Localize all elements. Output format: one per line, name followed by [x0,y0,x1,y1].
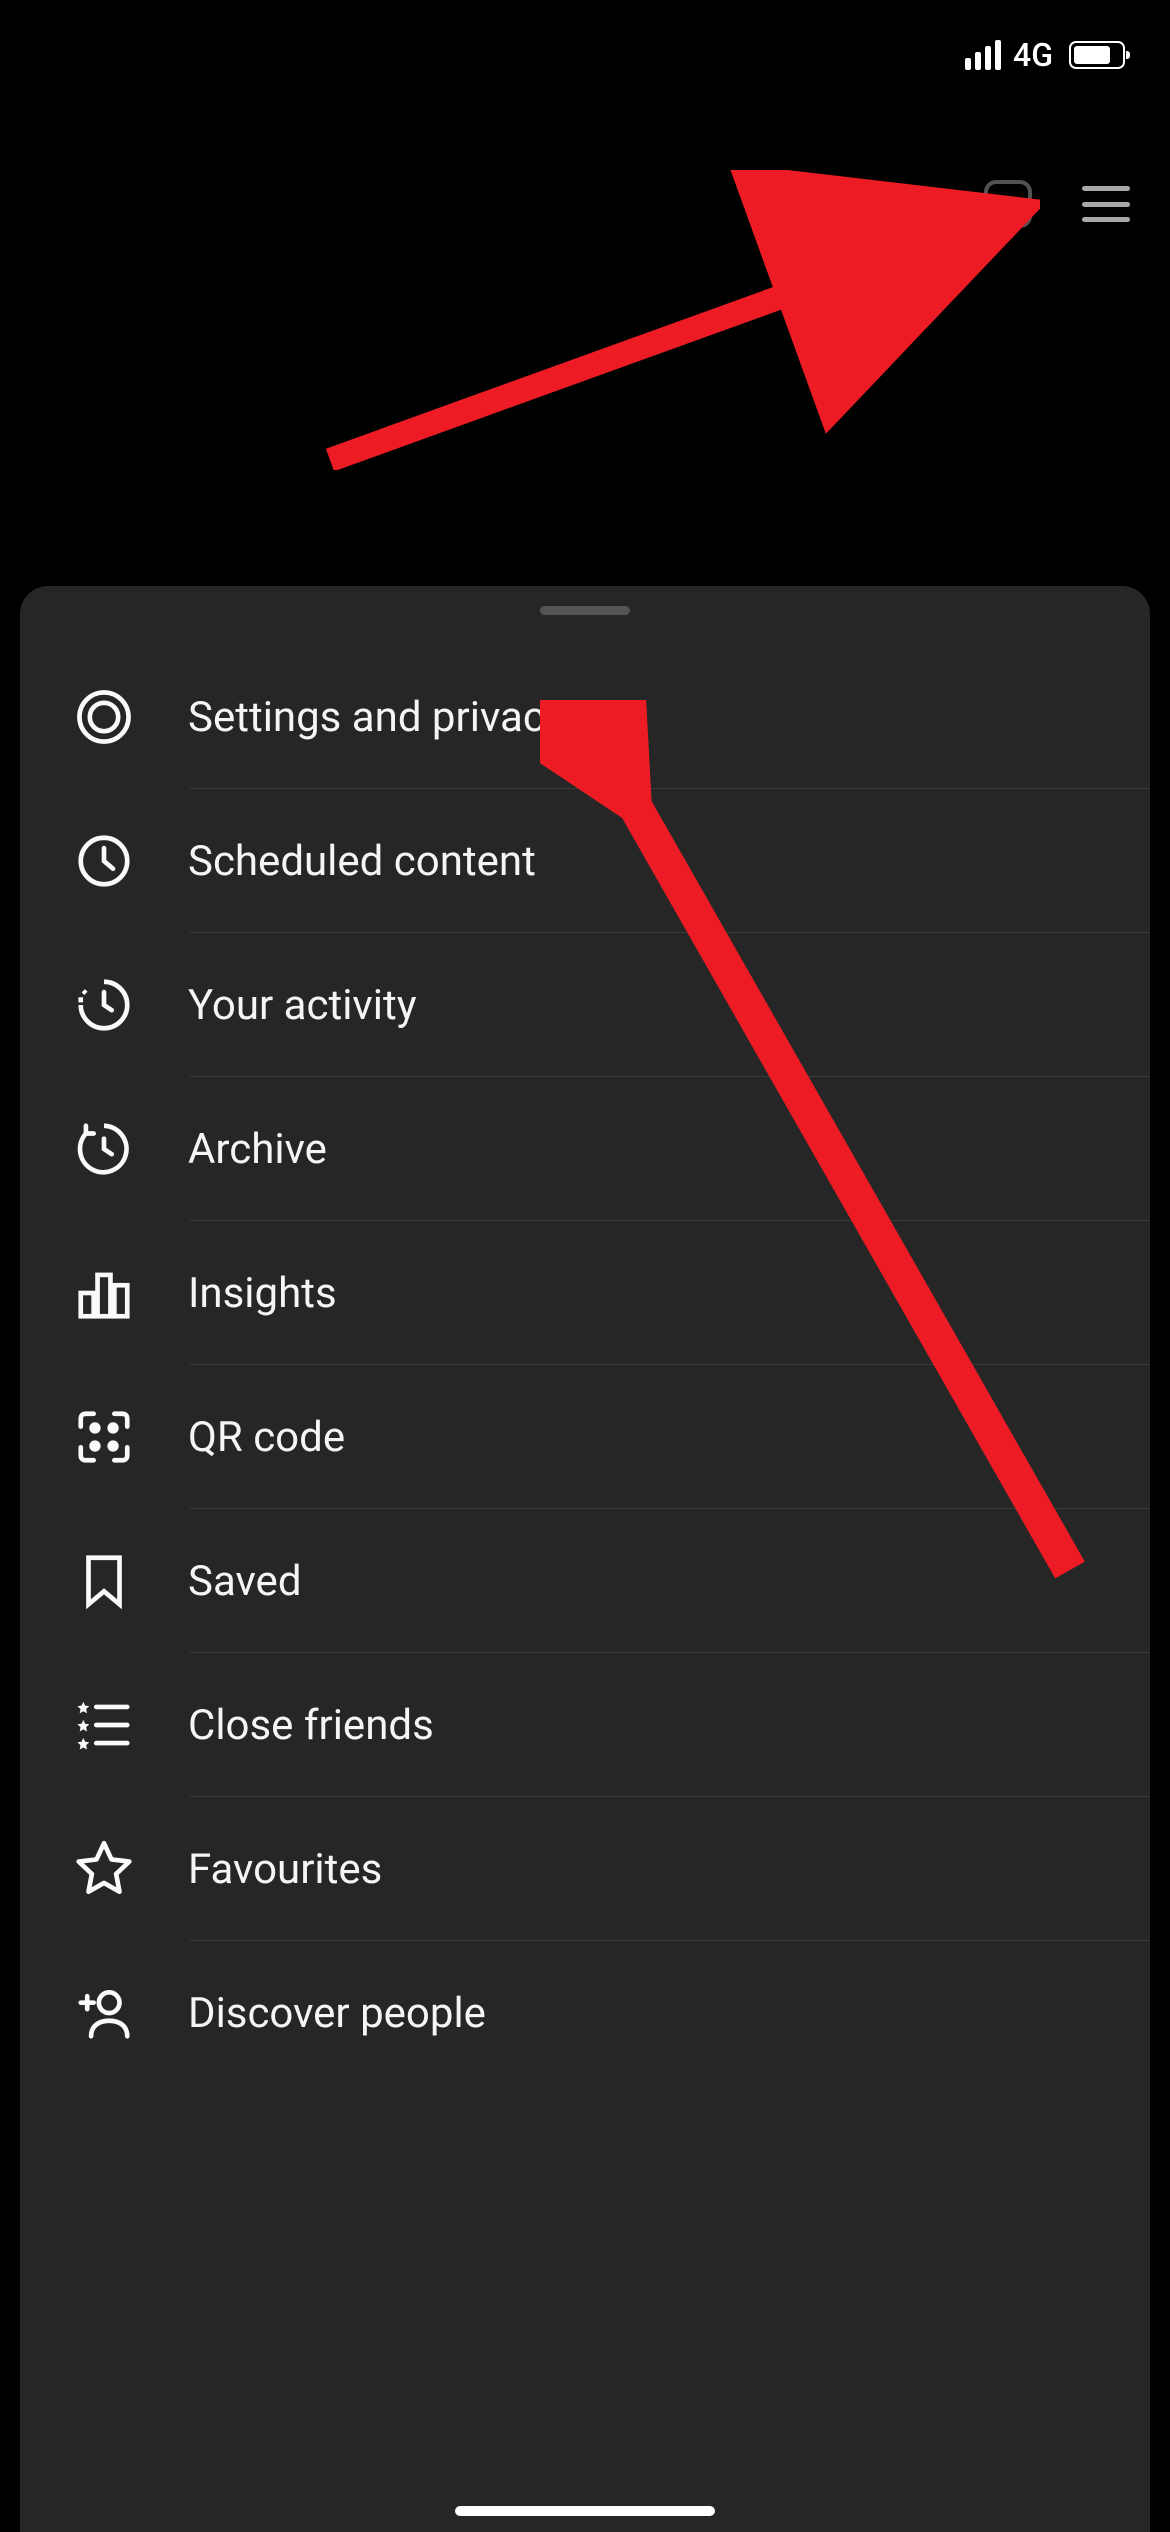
menu-label: Saved [188,1557,302,1606]
qrcode-icon [70,1403,138,1471]
annotation-arrow-1 [300,170,1040,470]
menu-label: Archive [188,1125,327,1174]
sheet-grabber[interactable] [540,606,630,615]
menu-item-discover-people[interactable]: Discover people [20,1941,1150,2085]
network-type-label: 4G [1013,36,1053,74]
create-post-button[interactable] [984,180,1032,228]
menu-label: Favourites [188,1845,382,1894]
menu-label: Scheduled content [188,837,536,886]
activity-icon [70,971,138,1039]
menu-label: Close friends [188,1701,434,1750]
menu-item-insights[interactable]: Insights [20,1221,1150,1365]
menu-label: Your activity [188,981,417,1030]
clock-icon [70,827,138,895]
menu-item-scheduled-content[interactable]: Scheduled content [20,789,1150,933]
archive-icon [70,1115,138,1183]
menu-label: QR code [188,1413,345,1462]
menu-item-favourites[interactable]: Favourites [20,1797,1150,1941]
home-indicator [455,2506,715,2516]
menu-item-qr-code[interactable]: QR code [20,1365,1150,1509]
menu-item-your-activity[interactable]: Your activity [20,933,1150,1077]
menu-item-settings-and-privacy[interactable]: Settings and privacy [20,645,1150,789]
battery-icon [1069,41,1125,69]
menu-item-saved[interactable]: Saved [20,1509,1150,1653]
menu-list: Settings and privacy Scheduled content [20,645,1150,2085]
menu-item-close-friends[interactable]: Close friends [20,1653,1150,1797]
signal-icon [965,40,1001,70]
hamburger-menu-button[interactable] [1082,186,1130,222]
menu-label: Settings and privacy [188,693,565,742]
gear-icon [70,683,138,751]
insights-icon [70,1259,138,1327]
star-icon [70,1835,138,1903]
menu-label: Insights [188,1269,337,1318]
menu-sheet: Settings and privacy Scheduled content [20,586,1150,2532]
addperson-icon [70,1979,138,2047]
bookmark-icon [70,1547,138,1615]
closefriends-icon [70,1691,138,1759]
menu-item-archive[interactable]: Archive [20,1077,1150,1221]
status-bar: 4G [0,0,1170,110]
menu-label: Discover people [188,1989,486,2038]
